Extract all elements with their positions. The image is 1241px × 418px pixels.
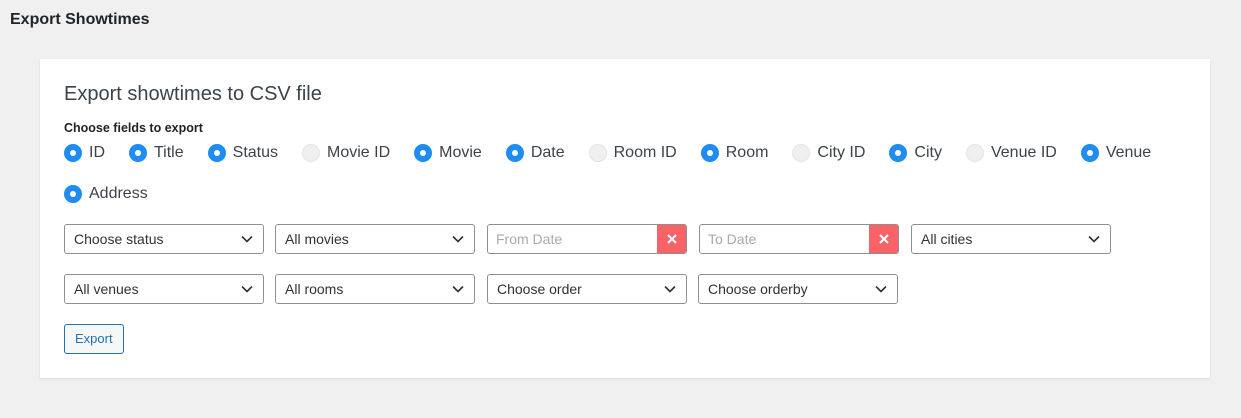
field-option-venue-id[interactable]: Venue ID [965, 143, 1057, 163]
radio-button[interactable] [1080, 144, 1099, 162]
cities-select-value: All cities [921, 231, 973, 247]
venues-select-value: All venues [74, 281, 139, 297]
field-option-label: City ID [817, 144, 866, 161]
status-select[interactable]: Choose status [64, 224, 264, 254]
radio-button[interactable] [700, 144, 719, 162]
field-option-label: Movie [439, 144, 482, 161]
close-icon [878, 234, 889, 244]
export-button[interactable]: Export [64, 324, 124, 354]
order-select-value: Choose order [497, 281, 582, 297]
page-title: Export Showtimes [10, 11, 150, 28]
cities-select[interactable]: All cities [911, 224, 1111, 254]
fields-label: Choose fields to export [64, 121, 203, 135]
field-option-label: Date [530, 144, 565, 161]
field-option-label: Venue ID [990, 144, 1057, 161]
rooms-select-value: All rooms [285, 281, 344, 297]
from-date-clear-button[interactable] [657, 225, 686, 253]
panel-heading: Export showtimes to CSV file [64, 83, 322, 105]
field-option-venue[interactable]: Venue [1080, 143, 1152, 163]
from-date-field [487, 224, 687, 254]
from-date-input[interactable] [488, 225, 658, 253]
field-option-title[interactable]: Title [129, 143, 184, 163]
radio-button[interactable] [965, 144, 984, 162]
field-option-address[interactable]: Address [64, 184, 148, 204]
radio-button[interactable] [792, 144, 811, 162]
field-option-label: Room [725, 144, 769, 161]
field-option-status[interactable]: Status [207, 143, 278, 163]
chevron-down-icon [664, 285, 676, 293]
field-option-label: City [914, 144, 942, 161]
field-option-room[interactable]: Room [700, 143, 769, 163]
radio-button[interactable] [889, 144, 908, 162]
close-icon [666, 234, 677, 244]
field-option-city[interactable]: City [889, 143, 942, 163]
chevron-down-icon [241, 285, 253, 293]
field-option-label: Address [89, 185, 148, 202]
field-option-city-id[interactable]: City ID [792, 143, 865, 163]
orderby-select[interactable]: Choose orderby [698, 274, 898, 304]
venues-select[interactable]: All venues [64, 274, 264, 304]
fields-radio-group: ID Title Status Movie ID Movie Date Room… [64, 143, 1184, 204]
chevron-down-icon [241, 235, 253, 243]
field-option-label: Title [154, 144, 184, 161]
field-option-id[interactable]: ID [64, 143, 105, 163]
movies-select-value: All movies [285, 231, 349, 247]
chevron-down-icon [875, 285, 887, 293]
to-date-clear-button[interactable] [869, 225, 898, 253]
field-option-movie[interactable]: Movie [414, 143, 482, 163]
field-option-label: ID [89, 144, 105, 161]
field-option-label: Movie ID [327, 144, 391, 161]
radio-button[interactable] [64, 185, 82, 203]
radio-button[interactable] [64, 144, 82, 162]
radio-button[interactable] [414, 144, 433, 162]
orderby-select-value: Choose orderby [708, 281, 808, 297]
chevron-down-icon [452, 285, 464, 293]
radio-button[interactable] [505, 144, 524, 162]
field-option-label: Venue [1105, 144, 1152, 161]
field-option-label: Room ID [613, 144, 677, 161]
field-option-room-id[interactable]: Room ID [588, 143, 677, 163]
status-select-value: Choose status [74, 231, 164, 247]
rooms-select[interactable]: All rooms [275, 274, 475, 304]
chevron-down-icon [1088, 235, 1100, 243]
radio-button[interactable] [588, 144, 607, 162]
export-panel: Export showtimes to CSV file Choose fiel… [40, 59, 1210, 378]
to-date-field [699, 224, 899, 254]
field-option-label: Status [232, 144, 278, 161]
to-date-input[interactable] [700, 225, 870, 253]
radio-button[interactable] [302, 144, 320, 162]
movies-select[interactable]: All movies [275, 224, 475, 254]
radio-button[interactable] [129, 144, 147, 162]
order-select[interactable]: Choose order [487, 274, 687, 304]
chevron-down-icon [452, 235, 464, 243]
field-option-date[interactable]: Date [505, 143, 565, 163]
field-option-movie-id[interactable]: Movie ID [302, 143, 390, 163]
radio-button[interactable] [207, 144, 226, 162]
